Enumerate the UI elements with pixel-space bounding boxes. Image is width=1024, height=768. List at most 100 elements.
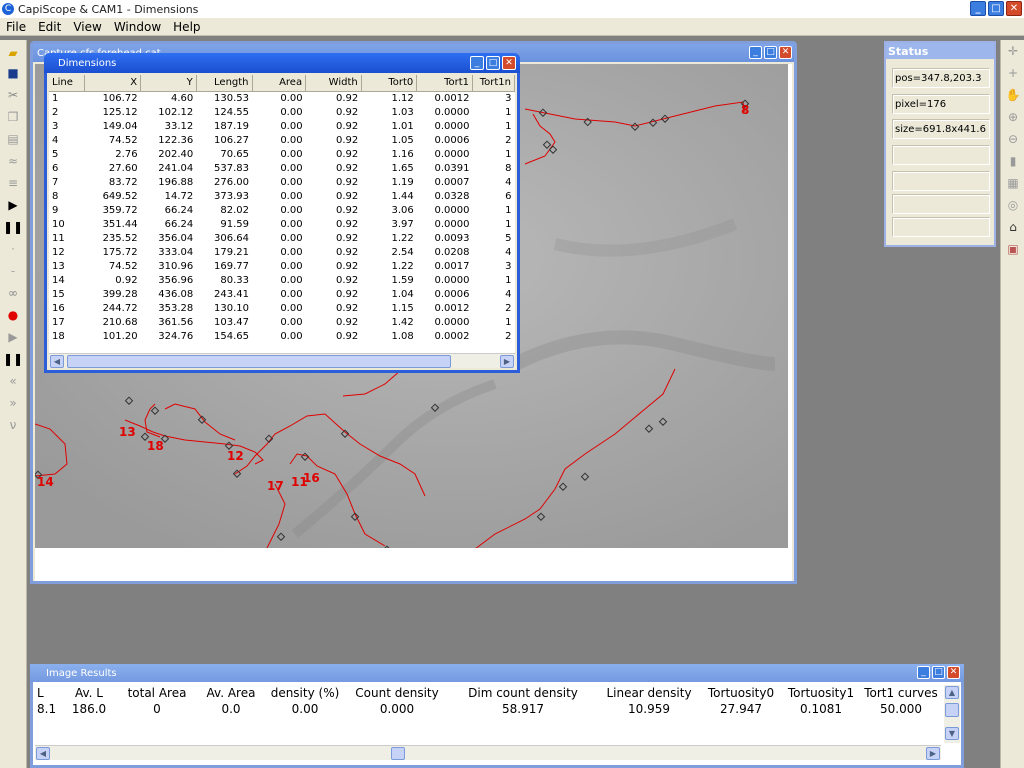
table-row[interactable]: 14 0.92 356.96 80.33 0.00 0.92 1.59 0.0000 1 (49, 273, 515, 287)
table-row[interactable]: 17 210.68 361.56 103.47 0.00 0.92 1.42 0.0000 1 (49, 315, 515, 329)
table-row[interactable]: 10 351.44 66.24 91.59 0.00 0.92 3.97 0.0000 1 (49, 217, 515, 231)
menu-help[interactable]: Help (167, 20, 206, 34)
table-cell: 373.93 (214, 190, 250, 202)
table-cell: 82.02 (220, 204, 250, 216)
results-vscrollbar[interactable]: ▲ ▼ (944, 685, 960, 743)
open-folder-icon[interactable]: ▰ (4, 44, 22, 62)
grid-icon[interactable]: ▦ (1004, 174, 1022, 192)
column-header[interactable]: Area (252, 75, 307, 92)
pause-icon[interactable]: ❚❚ (3, 218, 23, 236)
menu-view[interactable]: View (67, 20, 107, 34)
image-icon[interactable]: ▣ (1004, 240, 1022, 258)
bucket-icon[interactable]: ▮ (1004, 152, 1022, 170)
image-window-minimize-button[interactable]: _ (749, 46, 762, 59)
table-cell: 361.56 (158, 316, 194, 328)
scroll-thumb[interactable] (67, 355, 451, 368)
glasses-icon[interactable]: ∞ (4, 284, 22, 302)
zoom-out-icon[interactable]: ⊖ (1004, 130, 1022, 148)
column-header[interactable]: X (84, 75, 142, 92)
minimize-button[interactable]: _ (970, 1, 986, 16)
table-row[interactable]: 9 359.72 66.24 82.02 0.00 0.92 3.06 0.0000 1 (49, 203, 515, 217)
save-icon[interactable]: ■ (4, 64, 22, 82)
column-header[interactable]: Length (196, 75, 253, 92)
zoom-in-icon[interactable]: ⊕ (1004, 108, 1022, 126)
status-field (892, 145, 990, 165)
forward-icon[interactable]: » (4, 394, 22, 412)
table-cell: 1.04 (391, 288, 414, 300)
scroll-left-button[interactable]: ◀ (50, 355, 64, 368)
scroll-right-button[interactable]: ▶ (500, 355, 514, 368)
column-header[interactable]: Line (49, 75, 86, 92)
results-header-row: L Av. L total Area Av. Area density (%) Count… (37, 685, 941, 701)
close-button[interactable]: ✕ (1006, 1, 1022, 16)
hand-icon[interactable]: ✋ (1004, 86, 1022, 104)
table-row[interactable]: 5 2.76 202.40 70.65 0.00 0.92 1.16 0.0000 1 (49, 147, 515, 161)
table-cell: 66.24 (164, 204, 194, 216)
scroll-right-button[interactable]: ▶ (926, 747, 940, 760)
table-row[interactable]: 11 235.52 356.04 306.64 0.00 0.92 1.22 0.0093 5 (49, 231, 515, 245)
column-header[interactable]: Width (305, 75, 362, 92)
dimensions-title: Dimensions (58, 57, 117, 69)
dimensions-hscrollbar[interactable]: ◀ ▶ (49, 353, 515, 368)
maximize-button[interactable]: □ (988, 1, 1004, 16)
cut-icon[interactable]: ✂ (4, 86, 22, 104)
play-icon[interactable]: ▶ (4, 196, 22, 214)
results-close-button[interactable]: ✕ (947, 666, 960, 679)
menu-edit[interactable]: Edit (32, 20, 67, 34)
play2-icon[interactable]: ▶ (4, 328, 22, 346)
scroll-thumb[interactable] (945, 703, 959, 717)
crosshair-icon[interactable]: ✛ (1004, 42, 1022, 60)
results-value: 0 (153, 702, 161, 716)
table-row[interactable]: 4 74.52 122.36 106.27 0.00 0.92 1.05 0.0006 2 (49, 133, 515, 147)
table-row[interactable]: 1 106.72 4.60 130.53 0.00 0.92 1.12 0.0012 3 (49, 91, 515, 105)
status-field-pos: pos=347.8,203.3 (892, 68, 990, 88)
image-window-close-button[interactable]: ✕ (779, 46, 792, 59)
table-cell: 0.0000 (434, 148, 470, 160)
results-hscrollbar[interactable]: ◀ ▶ (35, 745, 941, 760)
table-cell: 0.00 (280, 176, 303, 188)
dimensions-maximize-button[interactable]: □ (486, 56, 500, 70)
dimensions-close-button[interactable]: ✕ (502, 56, 516, 70)
dot-icon[interactable]: · (4, 240, 22, 258)
nu-icon[interactable]: ν (4, 416, 22, 434)
table-row[interactable]: 18 101.20 324.76 154.65 0.00 0.92 1.08 0.0002 2 (49, 329, 515, 343)
results-minimize-button[interactable]: _ (917, 666, 930, 679)
menu-window[interactable]: Window (108, 20, 167, 34)
results-value: 27.947 (720, 702, 762, 716)
column-header[interactable]: Tort1n (472, 75, 515, 92)
scroll-up-button[interactable]: ▲ (945, 686, 959, 699)
results-maximize-button[interactable]: □ (932, 666, 945, 679)
dash-icon[interactable]: - (4, 262, 22, 280)
house-search-icon[interactable]: ⌂ (1004, 218, 1022, 236)
wave-icon[interactable]: ≈ (4, 152, 22, 170)
column-header[interactable]: Y (140, 75, 197, 92)
scroll-left-button[interactable]: ◀ (36, 747, 50, 760)
dimensions-minimize-button[interactable]: _ (470, 56, 484, 70)
record-icon[interactable]: ● (4, 306, 22, 324)
table-row[interactable]: 15 399.28 436.08 243.41 0.00 0.92 1.04 0.0006 4 (49, 287, 515, 301)
column-header[interactable]: Tort0 (361, 75, 418, 92)
table-row[interactable]: 13 74.52 310.96 169.77 0.00 0.92 1.22 0.0017 3 (49, 259, 515, 273)
table-row[interactable]: 3 149.04 33.12 187.19 0.00 0.92 1.01 0.0000 1 (49, 119, 515, 133)
plus-icon[interactable]: + (1004, 64, 1022, 82)
table-row[interactable]: 6 27.60 241.04 537.83 0.00 0.92 1.65 0.0391 8 (49, 161, 515, 175)
table-row[interactable]: 12 175.72 333.04 179.21 0.00 0.92 2.54 0.0208 4 (49, 245, 515, 259)
target-icon[interactable]: ◎ (1004, 196, 1022, 214)
table-row[interactable]: 8 649.52 14.72 373.93 0.00 0.92 1.44 0.0328 6 (49, 189, 515, 203)
column-header[interactable]: Tort1 (416, 75, 473, 92)
pause2-icon[interactable]: ❚❚ (3, 350, 23, 368)
scroll-thumb[interactable] (391, 747, 405, 760)
menu-file[interactable]: File (0, 20, 32, 34)
rewind-icon[interactable]: « (4, 372, 22, 390)
copy-icon[interactable]: ❐ (4, 108, 22, 126)
table-cell: 3.06 (391, 204, 414, 216)
table-row[interactable]: 16 244.72 353.28 130.10 0.00 0.92 1.15 0.0012 2 (49, 301, 515, 315)
scroll-down-button[interactable]: ▼ (945, 727, 959, 740)
table-row[interactable]: 7 83.72 196.88 276.00 0.00 0.92 1.19 0.0007 4 (49, 175, 515, 189)
table-cell: 1.22 (391, 232, 414, 244)
dimensions-header-row: Line X Y Length Area Width Tort0 Tort1 T… (49, 75, 515, 92)
lines-icon[interactable]: ≡ (4, 174, 22, 192)
paste-icon[interactable]: ▤ (4, 130, 22, 148)
image-window-maximize-button[interactable]: □ (764, 46, 777, 59)
table-row[interactable]: 2 125.12 102.12 124.55 0.00 0.92 1.03 0.0000 1 (49, 105, 515, 119)
